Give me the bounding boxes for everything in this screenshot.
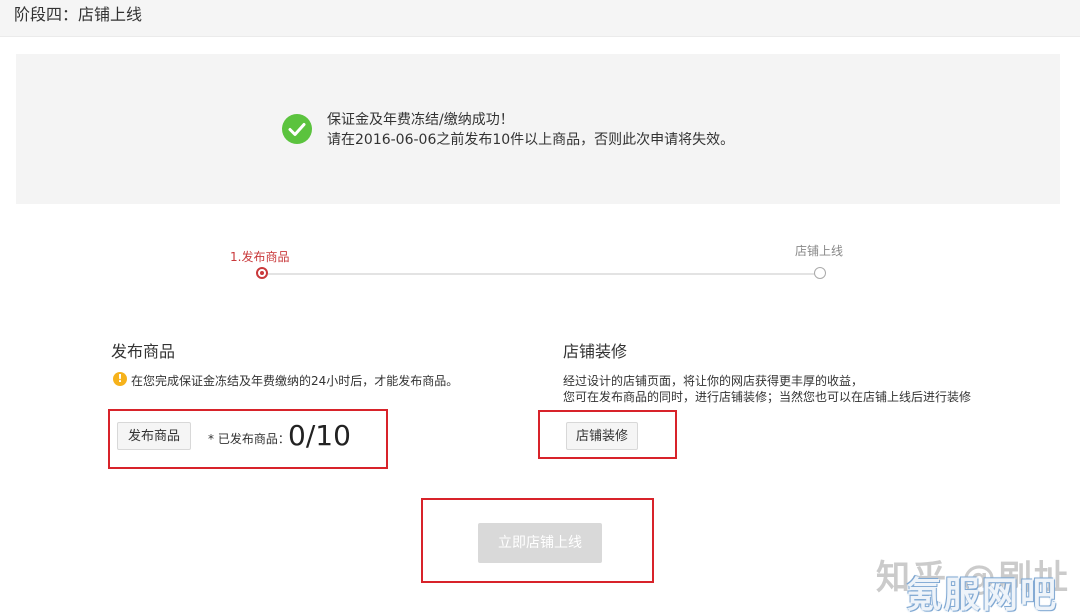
page: 阶段四：店铺上线 保证金及年费冻结/缴纳成功！ 请在2016-06-06之前发布… xyxy=(0,0,1080,616)
step-dot-go-live xyxy=(814,267,826,279)
decorate-desc-line1: 经过设计的店铺页面，将让你的网店获得更丰厚的收益， xyxy=(563,374,864,388)
page-header: 阶段四：店铺上线 xyxy=(0,0,1080,37)
publish-warning-text: 在您完成保证金冻结及年费缴纳的24小时后，才能发布商品。 xyxy=(131,374,459,388)
check-circle-icon xyxy=(282,114,312,144)
page-title: 阶段四：店铺上线 xyxy=(14,5,143,24)
decorate-section-title: 店铺装修 xyxy=(563,342,628,361)
warning-icon: ! xyxy=(113,372,127,386)
step-label-publish: 1.发布商品 xyxy=(230,250,290,264)
decorate-shop-button[interactable]: 店铺装修 xyxy=(566,422,638,450)
decorate-desc-line2: 您可在发布商品的同时，进行店铺装修；当然您也可以在店铺上线后进行装修 xyxy=(563,390,972,404)
watermark-site: 氪服网吧 xyxy=(906,575,1059,616)
step-label-go-live: 店铺上线 xyxy=(795,244,844,258)
published-count-label: * 已发布商品： xyxy=(208,432,290,446)
progress-track xyxy=(268,273,816,275)
success-notice xyxy=(16,54,1060,204)
publish-goods-button[interactable]: 发布商品 xyxy=(117,422,191,450)
notice-deadline-text: 请在2016-06-06之前发布10件以上商品，否则此次申请将失效。 xyxy=(327,132,735,148)
published-count-value: 0/10 xyxy=(288,419,351,452)
notice-success-text: 保证金及年费冻结/缴纳成功！ xyxy=(327,112,514,128)
step-dot-publish xyxy=(256,267,268,279)
publish-section-title: 发布商品 xyxy=(111,342,176,361)
go-live-button[interactable]: 立即店铺上线 xyxy=(478,523,602,563)
